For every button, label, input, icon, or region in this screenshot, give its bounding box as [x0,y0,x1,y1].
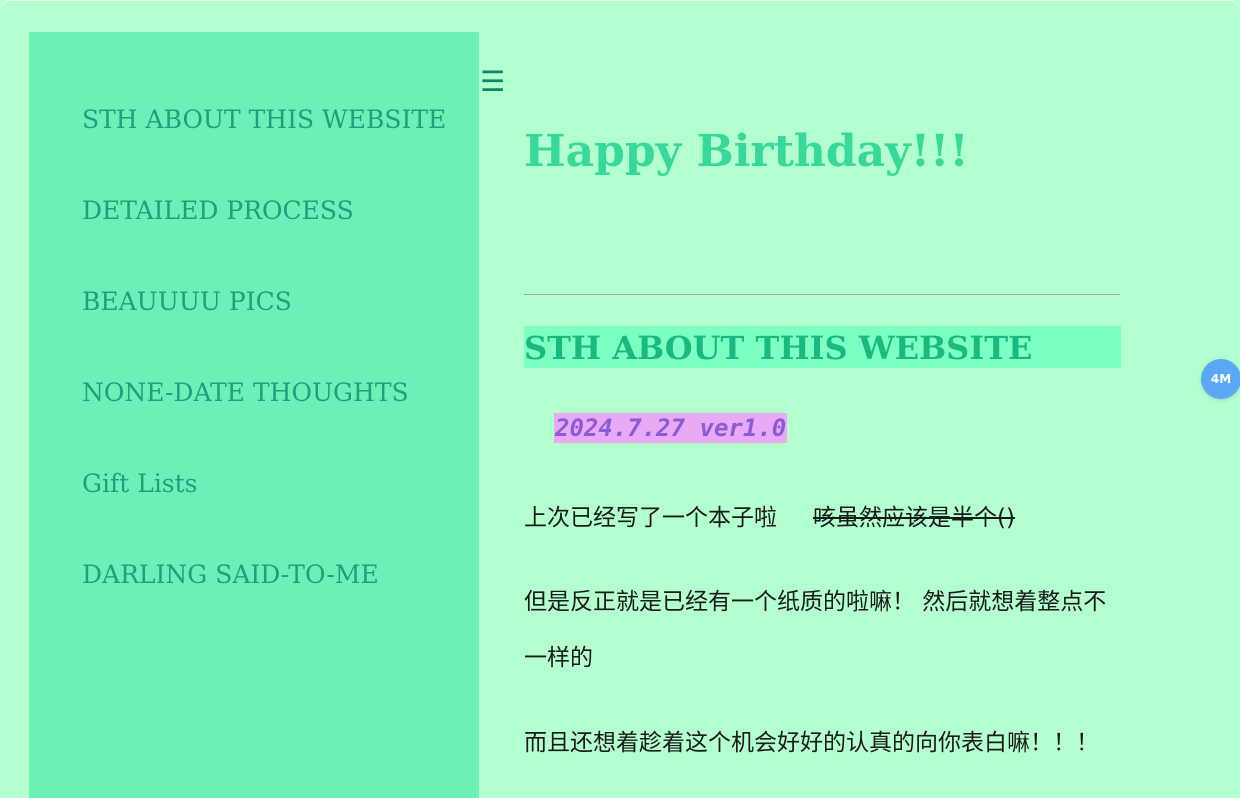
divider [524,294,1120,295]
sidebar-item-about-website[interactable]: STH ABOUT THIS WEBSITE [82,105,446,134]
page-title: Happy Birthday!!! [524,126,969,177]
section-heading: STH ABOUT THIS WEBSITE [524,326,1121,368]
strikethrough-note: 咳虽然应该是半个() [813,505,1015,531]
paragraph-1: 上次已经写了一个本子啦 咳虽然应该是半个() [524,490,1124,546]
floating-badge[interactable]: 4M [1201,359,1240,399]
paragraph-3: 而且还想着趁着这个机会好好的认真的向你表白嘛！！！ [524,730,1099,756]
hamburger-menu-icon[interactable]: ☰ [480,66,505,98]
version-tag: 2024.7.27 ver1.0 [554,413,788,443]
paragraph-2: 但是反正就是已经有一个纸质的啦嘛！ 然后就想着整点不一样的 [524,589,1107,671]
sidebar-item-detailed-process[interactable]: DETAILED PROCESS [82,196,354,225]
sidebar-item-thoughts[interactable]: NONE-DATE THOUGHTS [82,378,409,407]
sidebar-item-darling-said[interactable]: DARLING SAID-TO-ME [82,560,379,589]
sidebar-item-gift-lists[interactable]: Gift Lists [82,469,198,498]
sidebar-nav: STH ABOUT THIS WEBSITE DETAILED PROCESS … [29,32,479,798]
sidebar-item-pics[interactable]: BEAUUUU PICS [82,287,292,316]
page: STH ABOUT THIS WEBSITE DETAILED PROCESS … [0,0,1240,798]
paragraph-1-text: 上次已经写了一个本子啦 [524,505,777,531]
